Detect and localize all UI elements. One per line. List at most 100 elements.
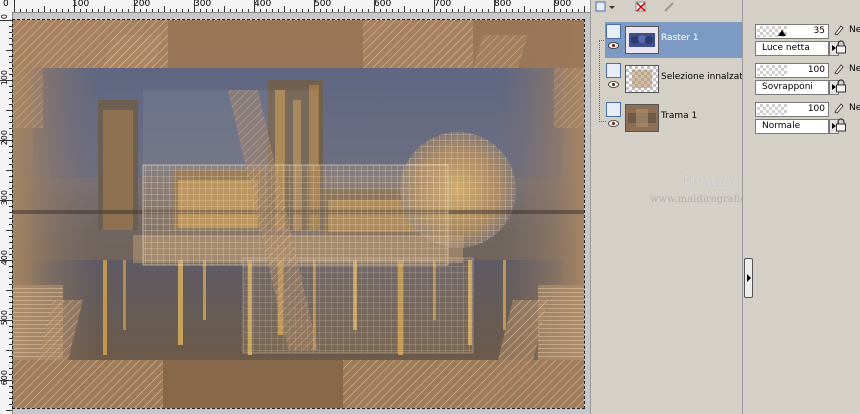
ruler-tick xyxy=(6,290,12,291)
eye-icon[interactable] xyxy=(608,120,619,127)
ruler-tick xyxy=(9,182,12,183)
ruler-tick xyxy=(9,344,12,345)
ruler-tick xyxy=(314,0,315,12)
ruler-tick xyxy=(50,9,51,12)
blend-mode-value: Luce netta xyxy=(762,43,810,53)
ruler-tick xyxy=(560,9,561,12)
ruler-tick xyxy=(488,9,489,12)
ruler-tick xyxy=(9,362,12,363)
ruler-tick xyxy=(6,110,12,111)
delete-layer-icon[interactable] xyxy=(635,1,647,13)
ruler-tick xyxy=(9,326,12,327)
ruler-tick xyxy=(134,0,135,12)
lock-icon[interactable] xyxy=(835,118,847,132)
opacity-slider[interactable]: 100 xyxy=(755,102,829,117)
blend-mode-select[interactable]: Sovrapponi xyxy=(755,80,829,95)
blend-mode-select[interactable]: Luce netta xyxy=(755,41,829,56)
ruler-tick xyxy=(332,9,333,12)
ruler-tick xyxy=(584,6,585,12)
ruler-tick xyxy=(44,6,45,12)
ruler-tick xyxy=(9,26,12,27)
layer-properties-trama-1: 100 Normale Ne xyxy=(755,100,860,138)
eye-icon[interactable] xyxy=(608,81,619,88)
opacity-marker[interactable] xyxy=(778,30,786,36)
edit-icon[interactable] xyxy=(663,1,675,13)
lock-icon[interactable] xyxy=(835,79,847,93)
ruler-label: 500 xyxy=(314,0,332,9)
ruler-label: 800 xyxy=(494,0,512,9)
ruler-tick xyxy=(9,74,12,75)
ruler-tick xyxy=(9,266,12,267)
pen-icon[interactable] xyxy=(833,24,844,36)
lock-icon[interactable] xyxy=(835,40,847,54)
pen-icon[interactable] xyxy=(833,63,844,75)
ruler-tick xyxy=(0,200,12,201)
layer-row-raster-1[interactable]: Raster 1 xyxy=(605,22,742,58)
layer-properties-panel: 35 Luce netta Ne 100 Sovrapponi Ne 100 N… xyxy=(753,0,860,414)
ruler-tick xyxy=(344,6,345,12)
ruler-label: 200 xyxy=(0,130,9,146)
ruler-tick xyxy=(194,0,195,12)
ruler-tick xyxy=(554,0,555,12)
ruler-tick xyxy=(368,9,369,12)
ruler-label: 0 xyxy=(0,14,9,20)
ruler-label: 300 xyxy=(0,190,9,206)
layer-link-label: Ne xyxy=(849,64,860,74)
ruler-tick xyxy=(164,6,165,12)
ruler-tick xyxy=(500,9,501,12)
ruler-tick xyxy=(572,9,573,12)
opacity-slider[interactable]: 100 xyxy=(755,63,829,78)
layers-toolbar xyxy=(591,0,743,16)
chevron-down-icon[interactable] xyxy=(608,1,616,13)
ruler-label: 100 xyxy=(0,70,9,86)
raster-layer-icon xyxy=(606,63,621,78)
collapse-handle[interactable] xyxy=(744,258,753,298)
image-canvas[interactable]: Pinuccia xyxy=(12,19,585,409)
opacity-slider[interactable]: 35 xyxy=(755,24,829,39)
ruler-tick xyxy=(9,176,12,177)
ruler-tick xyxy=(9,398,12,399)
ruler-tick xyxy=(9,188,12,189)
layer-thumbnail xyxy=(625,65,659,93)
layer-name: Trama 1 xyxy=(661,111,698,121)
ruler-tick xyxy=(326,9,327,12)
ruler-tick xyxy=(20,9,21,12)
ruler-label: 700 xyxy=(434,0,452,9)
ruler-tick xyxy=(518,9,519,12)
ruler-tick xyxy=(206,9,207,12)
blend-mode-select[interactable]: Normale xyxy=(755,119,829,134)
ruler-tick xyxy=(440,9,441,12)
pen-icon[interactable] xyxy=(833,102,844,114)
ruler-tick xyxy=(0,260,12,261)
ruler-tick xyxy=(9,284,12,285)
ruler-tick xyxy=(0,320,12,321)
ruler-tick xyxy=(254,0,255,12)
layer-row-selezione-innalzata[interactable]: Selezione innalzata xyxy=(605,61,748,97)
ruler-tick xyxy=(548,9,549,12)
ruler-tick xyxy=(9,62,12,63)
ruler-tick xyxy=(212,9,213,12)
ruler-tick xyxy=(9,104,12,105)
ruler-tick xyxy=(386,9,387,12)
ruler-tick xyxy=(362,9,363,12)
ruler-tick xyxy=(482,9,483,12)
ruler-tick xyxy=(9,56,12,57)
ruler-tick xyxy=(122,9,123,12)
new-layer-icon[interactable] xyxy=(595,1,607,13)
ruler-tick xyxy=(9,92,12,93)
eye-icon[interactable] xyxy=(608,42,619,49)
ruler-tick xyxy=(404,6,405,12)
layer-row-trama-1[interactable]: Trama 1 xyxy=(605,100,742,136)
ruler-tick xyxy=(524,6,525,12)
ruler-tick xyxy=(578,9,579,12)
ruler-tick xyxy=(9,116,12,117)
ruler-tick xyxy=(446,9,447,12)
ruler-tick xyxy=(374,0,375,12)
ruler-tick xyxy=(6,410,12,411)
ruler-tick xyxy=(6,170,12,171)
ruler-tick xyxy=(9,302,12,303)
blend-mode-value: Normale xyxy=(762,121,801,131)
ruler-tick xyxy=(176,9,177,12)
ruler-tick xyxy=(9,98,12,99)
canvas-area[interactable]: 0 100 200 300 400 500 600 700 800 900 0 … xyxy=(0,0,590,414)
